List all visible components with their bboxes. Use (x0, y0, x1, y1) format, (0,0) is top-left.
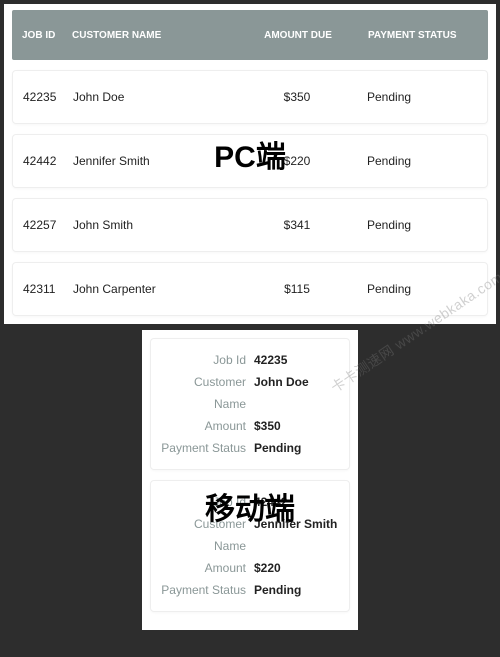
header-customer-name: CUSTOMER NAME (72, 30, 238, 41)
cell-amount: $220 (237, 154, 357, 168)
table-row: 42311 John Carpenter $115 Pending (12, 262, 488, 316)
mobile-value-payment-status: Pending (254, 579, 341, 601)
cell-status: Pending (357, 282, 477, 296)
mobile-value-payment-status: Pending (254, 437, 341, 459)
cell-status: Pending (357, 154, 477, 168)
cell-status: Pending (357, 218, 477, 232)
mobile-value-amount: $220 (254, 557, 341, 579)
table-header-row: JOB ID CUSTOMER NAME AMOUNT DUE PAYMENT … (12, 10, 488, 60)
cell-status: Pending (357, 90, 477, 104)
table-row: 42442 Jennifer Smith $220 Pending (12, 134, 488, 188)
mobile-value-amount: $350 (254, 415, 341, 437)
cell-customer-name: John Smith (73, 218, 237, 232)
table-row: 42235 John Doe $350 Pending (12, 70, 488, 124)
cell-job-id: 42235 (23, 90, 73, 104)
cell-job-id: 42442 (23, 154, 73, 168)
mobile-value-customer-name: John Doe (254, 371, 341, 415)
mobile-label-amount: Amount (159, 557, 254, 579)
cell-customer-name: John Carpenter (73, 282, 237, 296)
mobile-label-customer-name: Customer Name (159, 371, 254, 415)
cell-job-id: 42257 (23, 218, 73, 232)
header-amount-due: AMOUNT DUE (238, 30, 358, 41)
cell-job-id: 42311 (23, 282, 73, 296)
mobile-label-job-id: Job Id (159, 349, 254, 371)
mobile-value-job-id: 42235 (254, 349, 341, 371)
mobile-card: Job Id42235 Customer NameJohn Doe Amount… (150, 338, 350, 470)
mobile-value-job-id: 42442 (254, 491, 341, 513)
cell-customer-name: Jennifer Smith (73, 154, 237, 168)
header-payment-status: PAYMENT STATUS (358, 30, 478, 41)
mobile-label-payment-status: Payment Status (159, 579, 254, 601)
table-row: 42257 John Smith $341 Pending (12, 198, 488, 252)
cell-customer-name: John Doe (73, 90, 237, 104)
cell-amount: $115 (237, 282, 357, 296)
mobile-label-amount: Amount (159, 415, 254, 437)
header-job-id: JOB ID (22, 30, 72, 41)
mobile-label-job-id: Job Id (159, 491, 254, 513)
mobile-card: Job Id42442 Customer NameJennifer Smith … (150, 480, 350, 612)
cell-amount: $341 (237, 218, 357, 232)
mobile-value-customer-name: Jennifer Smith (254, 513, 341, 557)
mobile-cards-panel: Job Id42235 Customer NameJohn Doe Amount… (142, 330, 358, 630)
desktop-table-panel: JOB ID CUSTOMER NAME AMOUNT DUE PAYMENT … (4, 4, 496, 324)
mobile-label-customer-name: Customer Name (159, 513, 254, 557)
mobile-label-payment-status: Payment Status (159, 437, 254, 459)
cell-amount: $350 (237, 90, 357, 104)
